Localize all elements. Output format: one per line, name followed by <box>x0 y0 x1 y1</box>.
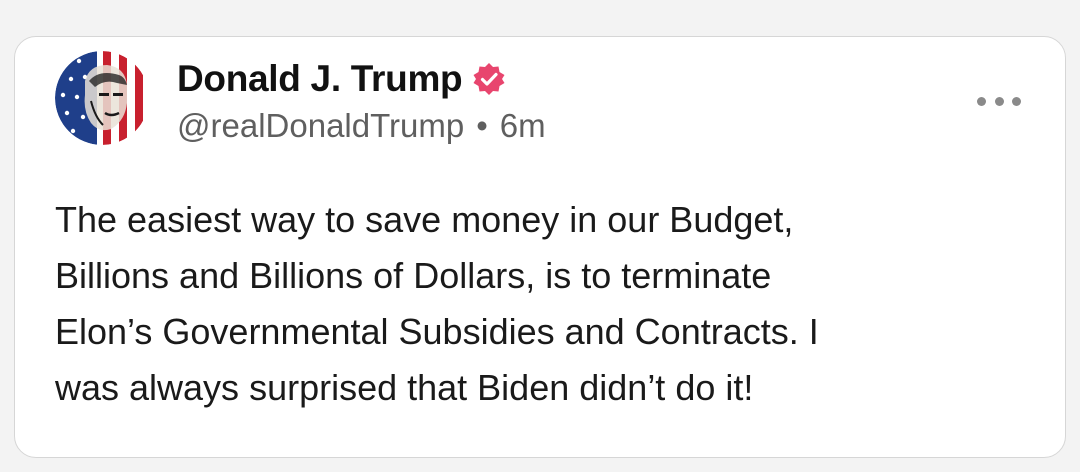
post-body-line: Billions and Billions of Dollars, is to … <box>55 255 772 296</box>
post-body: The easiest way to save money in our Bud… <box>55 192 1045 416</box>
avatar-flag-portrait-icon <box>55 51 149 145</box>
more-dot <box>1012 96 1021 106</box>
meta-separator: • <box>476 107 488 144</box>
post-body-line: was always surprised that Biden didn’t d… <box>55 367 754 408</box>
avatar[interactable] <box>55 51 149 145</box>
post-body-line: The easiest way to save money in our Bud… <box>55 199 794 240</box>
author-meta-row: @realDonaldTrump • 6m <box>177 107 546 145</box>
more-dot <box>994 96 1004 106</box>
post-card[interactable]: Donald J. Trump @realDonaldTrump • 6m Th… <box>14 36 1066 458</box>
author-handle[interactable]: @realDonaldTrump <box>177 107 464 145</box>
more-dot <box>977 96 986 106</box>
post-body-line: Elon’s Governmental Subsidies and Contra… <box>55 311 819 352</box>
author-display-name[interactable]: Donald J. Trump <box>177 58 463 100</box>
post-timestamp[interactable]: 6m <box>500 107 546 145</box>
verified-badge-icon <box>472 62 506 96</box>
author-name-row: Donald J. Trump <box>177 55 506 103</box>
more-options-icon[interactable] <box>977 91 1021 111</box>
